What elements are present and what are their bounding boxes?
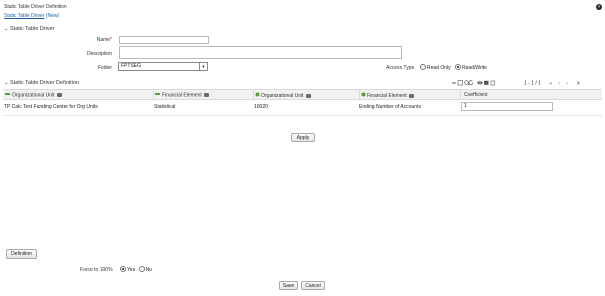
radio-selected-icon [120,266,126,272]
last-page-icon[interactable]: ✕ [576,81,581,87]
grid-toolbar: 1 - 1 / 1 « ‹ › ✕ [451,79,603,87]
description-label: Description [86,51,112,57]
section-title: Static Table Driver Definition [10,80,79,86]
add-icon[interactable] [452,82,456,84]
radio-selected-icon [455,64,462,70]
name-input[interactable] [119,36,209,44]
svg-text:›: › [566,81,568,87]
force-no-radio[interactable]: No [138,266,152,273]
svg-text:✕: ✕ [576,81,581,87]
force-100-group: Yes No [120,266,152,273]
cell-org-unit-2[interactable]: 10020 [254,104,268,110]
access-type-group: Read Only Read/Write [420,64,487,71]
element-icon [361,92,366,99]
column-header-fin-elem-2[interactable]: Financial Element [361,92,414,99]
filter-icon[interactable] [408,93,414,98]
breadcrumb: Static Table Driver (New) [4,13,59,19]
prev-page-icon[interactable]: ‹ [558,81,560,87]
name-label: Name* [96,37,112,43]
folder-label: Folder [97,65,112,71]
element-icon [155,92,161,98]
next-page-icon[interactable]: › [566,81,568,87]
grid-header: Organizational Unit Financial Element Or… [3,89,602,100]
delete-icon[interactable] [490,80,495,86]
column-header-coefficient[interactable]: Coefficient [464,92,488,98]
radio-icon [420,64,426,70]
hierarchy-icon [255,92,260,99]
chevron-down-icon: ▼ [199,63,207,70]
filter-icon[interactable] [305,93,311,98]
page-title: Static Table Driver Definition [4,4,67,10]
force-yes-radio[interactable]: Yes [120,266,135,273]
access-type-label: Access Type [386,65,415,71]
hierarchy-icon [5,92,11,98]
section-title: Static Table Driver [10,26,55,32]
access-read-write-radio[interactable]: Read/Write [455,64,487,71]
access-read-only-radio[interactable]: Read Only [420,64,451,71]
force-100-label: Force to 100% [80,267,113,273]
row-divider [3,115,602,116]
pagination-text: 1 - 1 / 1 [524,81,541,87]
breadcrumb-link[interactable]: Static Table Driver [4,13,44,19]
svg-text:«: « [549,81,552,87]
section-definition[interactable]: ⌄Static Table Driver Definition [4,80,79,86]
radio-icon [138,266,145,272]
column-header-fin-elem-1[interactable]: Financial Element [155,92,209,98]
refresh-icon[interactable] [468,80,474,85]
breadcrumb-status: (New) [45,13,60,19]
column-header-org-unit-2[interactable]: Organizational Unit [255,92,311,99]
help-icon[interactable]: ? [596,4,602,10]
definition-button[interactable]: Definition [6,249,37,259]
cancel-button[interactable]: Cancel [301,281,325,290]
view-icon[interactable] [477,81,483,85]
lookup-icon[interactable] [484,80,489,85]
section-static-table-driver[interactable]: ⌄Static Table Driver [4,26,55,32]
filter-icon[interactable] [203,93,209,97]
description-input[interactable] [119,46,402,59]
svg-text:‹: ‹ [558,81,560,87]
apply-button[interactable]: Apply [291,133,315,142]
cell-fin-elem-2[interactable]: Ending Number of Accounts [359,104,421,110]
cell-fin-elem-1[interactable]: Statistical [154,104,175,110]
folder-select[interactable]: FPTSEG ▼ [118,62,208,71]
save-button[interactable]: Save [279,281,298,290]
search-icon[interactable] [464,80,470,86]
coefficient-input[interactable]: 1 [461,102,553,111]
grid-icon[interactable] [457,80,463,86]
filter-icon[interactable] [56,93,62,97]
column-header-org-unit-1[interactable]: Organizational Unit [5,92,62,98]
first-page-icon[interactable]: « [549,81,552,87]
folder-value: FPTSEG [121,63,142,69]
cell-org-unit-1[interactable]: TP Calc Test Funding Center for Org Unit… [4,104,98,110]
